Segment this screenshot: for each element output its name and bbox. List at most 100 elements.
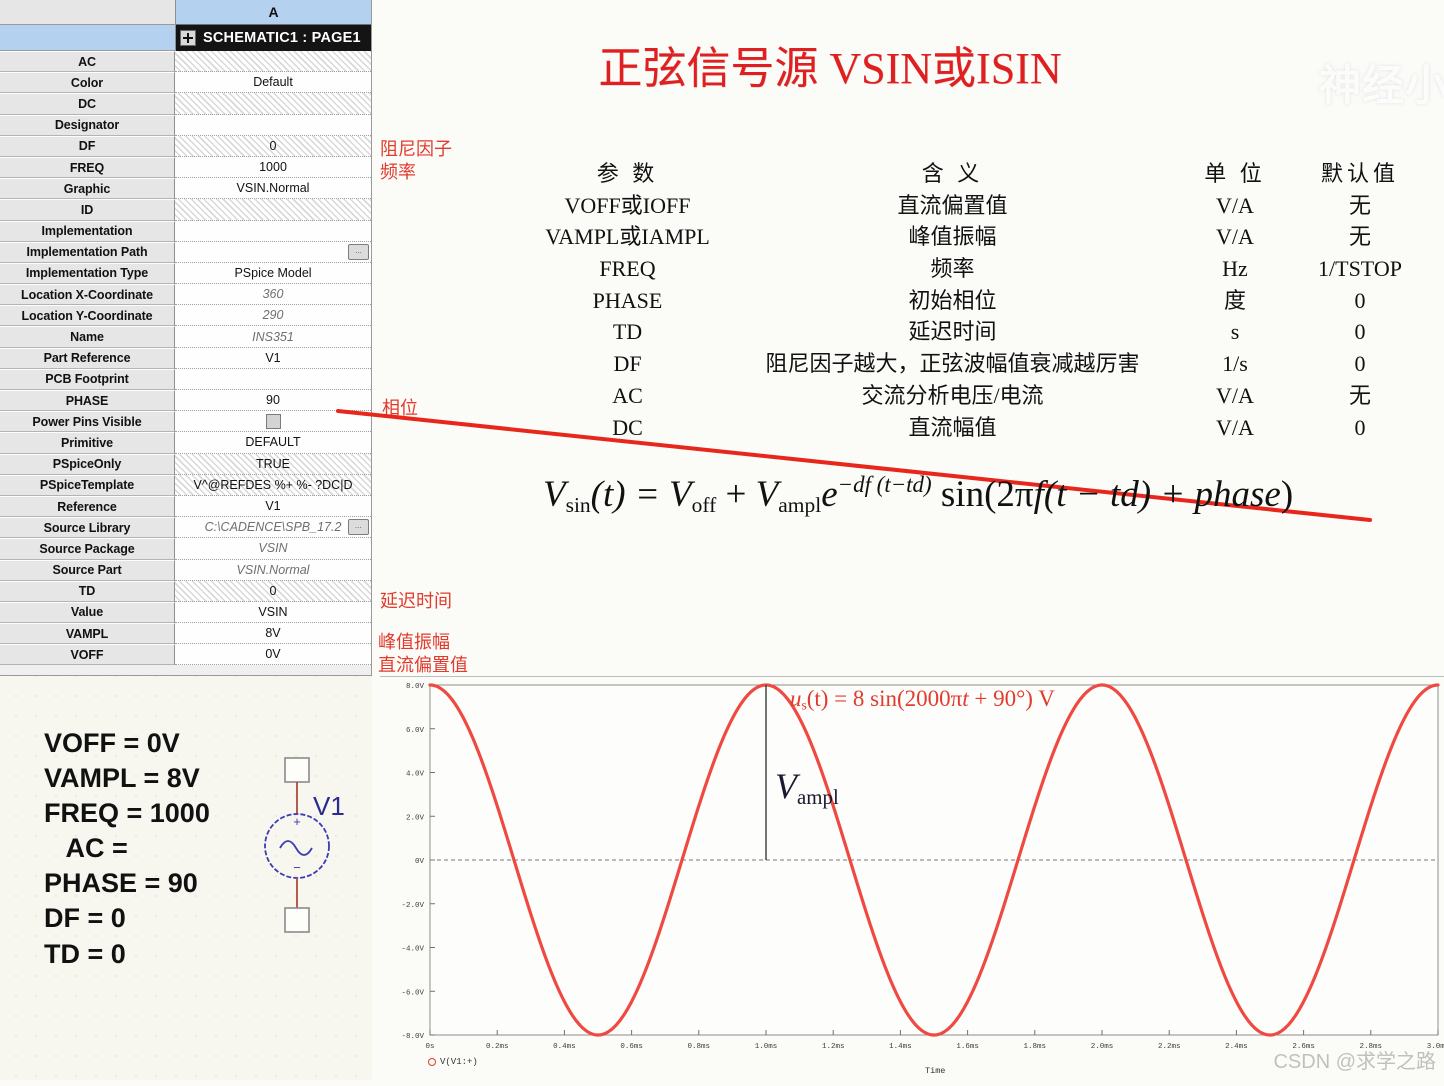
formula-v-sin: V — [543, 474, 566, 516]
property-row: PSpiceTemplate V^@REFDES %+ %- ?DC|D — [0, 474, 371, 496]
parameter-cell: 度 — [1223, 287, 1246, 313]
y-tick-label: -2.0V — [401, 902, 424, 910]
property-value-cell[interactable]: V1 — [175, 495, 371, 518]
annotation-delay-time: 延迟时间 — [380, 591, 452, 611]
property-name-cell: Part Reference — [0, 347, 175, 369]
property-value-cell[interactable] — [175, 114, 371, 136]
x-tick-label: 2.4ms — [1225, 1043, 1248, 1051]
property-value-cell[interactable]: ... — [175, 241, 371, 263]
property-row: Implementation Path... — [0, 241, 371, 263]
property-value-cell[interactable]: VSIN — [175, 538, 371, 560]
property-value-cell[interactable]: 0 — [175, 135, 371, 157]
schematic-canvas[interactable]: VOFF = 0V VAMPL = 8V FREQ = 1000 AC = PHASE… — [0, 676, 372, 1080]
schematic-page-cell[interactable]: SCHEMATIC1 : PAGE1 — [176, 25, 371, 51]
plot-eq-tail: + 90°) V — [968, 686, 1055, 711]
watermark-top: 神经小 — [1318, 62, 1444, 109]
legend-label: V(V1:+) — [440, 1057, 478, 1067]
x-tick-label: 2.0ms — [1091, 1043, 1114, 1051]
parameter-cell: 1/s — [1222, 351, 1248, 377]
property-value-cell[interactable]: TRUE — [175, 453, 371, 475]
plot-eq-u: u — [790, 686, 802, 711]
property-row: Implementation Type PSpice Model — [0, 262, 371, 285]
parameter-table-row: VAMPL或IAMPL 峰值振幅 V/A 无 — [530, 221, 1430, 253]
property-value-cell[interactable]: 0V — [175, 644, 371, 666]
property-row: PSpiceOnly TRUE — [0, 453, 371, 475]
schematic-param-line: VAMPL = 8V — [44, 763, 200, 794]
property-row: DC — [0, 93, 371, 115]
property-row: Source Package VSIN — [0, 538, 371, 560]
property-value-cell[interactable] — [175, 411, 371, 433]
property-value-cell[interactable]: VSIN.Normal — [175, 178, 371, 200]
property-editor-corner-cell — [0, 0, 176, 25]
formula-close: ) — [1280, 474, 1294, 516]
y-tick-label: 0V — [415, 858, 425, 866]
formula-e: e — [821, 474, 838, 516]
annotation-amplitude-offset: 峰值振幅 直流偏置值 — [378, 631, 468, 676]
property-value-cell[interactable]: 90 — [175, 390, 371, 412]
property-value-cell[interactable]: V^@REFDES %+ %- ?DC|D — [175, 474, 371, 496]
property-editor-panel: A SCHEMATIC1 : PAGE1 AC Color Default DC Des… — [0, 0, 372, 676]
y-tick-label: 2.0V — [406, 814, 425, 822]
property-name-cell: Power Pins Visible — [0, 411, 175, 433]
property-value-cell[interactable]: V1 — [175, 347, 371, 369]
parameter-cell: V/A — [1216, 224, 1254, 250]
property-value-cell[interactable]: PSpice Model — [175, 262, 371, 285]
parameter-cell: 无 — [1348, 224, 1371, 250]
property-value-cell[interactable] — [175, 368, 371, 390]
property-value-cell[interactable]: VSIN — [175, 601, 371, 624]
property-value-cell[interactable] — [175, 93, 371, 115]
property-name-cell: Location X-Coordinate — [0, 284, 175, 306]
property-value-cell[interactable]: Default — [175, 72, 371, 94]
property-row: VOFF 0V — [0, 644, 371, 666]
parameter-cell: DF — [613, 351, 642, 377]
property-name-cell: Source Library — [0, 517, 175, 539]
property-row: Reference V1 — [0, 495, 371, 518]
property-name-cell: Source Part — [0, 559, 175, 581]
plot-vampl-v: V — [775, 766, 797, 806]
property-value-cell[interactable]: C:\CADENCE\SPB_17.2... — [175, 517, 371, 539]
formula-sin-open: sin(2π — [940, 474, 1034, 516]
power-pins-visible-checkbox[interactable] — [265, 413, 281, 429]
property-value-cell[interactable]: VSIN.Normal — [175, 559, 371, 581]
y-tick-label: 4.0V — [406, 771, 425, 779]
vsin-source-symbol[interactable]: + − — [258, 756, 338, 936]
property-name-cell: Designator — [0, 114, 175, 136]
formula-exponent: −df (t−td) — [837, 472, 932, 497]
property-value-cell[interactable] — [175, 199, 371, 221]
parameter-cell: FREQ — [599, 256, 656, 282]
column-header-a[interactable]: A — [176, 0, 371, 25]
expand-plus-icon[interactable] — [180, 30, 196, 46]
formula-plus: + — [725, 474, 747, 516]
property-value-cell[interactable]: 8V — [175, 623, 371, 645]
x-tick-label: 1.4ms — [889, 1043, 912, 1051]
property-value-cell[interactable]: INS351 — [175, 326, 371, 348]
browse-ellipsis-button[interactable]: ... — [348, 519, 369, 536]
property-rows-container: AC Color Default DC Designator DF 0 FREQ 1000 Gra… — [0, 51, 371, 666]
x-tick-label: 1.2ms — [822, 1043, 845, 1051]
x-tick-label: 0.4ms — [553, 1043, 576, 1051]
formula-arg: (t − td) + — [1043, 474, 1195, 516]
watermark-bottom: CSDN @求学之路 — [1273, 1051, 1436, 1073]
plot-eq-rest: (t) = 8 sin(2000π — [806, 686, 963, 711]
property-name-cell: AC — [0, 51, 175, 73]
property-value-cell[interactable] — [175, 220, 371, 242]
property-value-cell[interactable]: 1000 — [175, 156, 371, 179]
plot-legend[interactable]: V(V1:+) — [428, 1057, 478, 1067]
schematic-parameter-list: VOFF = 0V VAMPL = 8V FREQ = 1000 AC = PHASE… — [44, 726, 210, 972]
schematic-param-line: DF = 0 — [44, 903, 126, 934]
x-tick-label: 0.6ms — [620, 1043, 643, 1051]
annotation-damping-frequency: 阻尼因子 频率 — [380, 138, 452, 183]
property-value-cell[interactable]: 360 — [175, 284, 371, 306]
browse-ellipsis-button[interactable]: ... — [348, 243, 369, 260]
parameter-cell: 阻尼因子越大，正弦波幅值衰减越厉害 — [765, 351, 1140, 377]
property-row: DF 0 — [0, 135, 371, 157]
property-value-cell[interactable] — [175, 51, 371, 73]
parameter-cell: DC — [612, 414, 643, 440]
property-row: VAMPL 8V — [0, 623, 371, 645]
property-value-cell[interactable]: DEFAULT — [175, 432, 371, 454]
property-value-cell[interactable]: 290 — [175, 305, 371, 327]
property-value-cell[interactable]: 0 — [175, 580, 371, 602]
schematic-row-label-cell — [0, 25, 176, 51]
property-row: Color Default — [0, 72, 371, 94]
waveform-plot[interactable]: 8.0V 6.0V 4.0V 2.0V 0V -2.0V -4.0V -6.0V -8.0V 0s… — [380, 676, 1444, 1081]
